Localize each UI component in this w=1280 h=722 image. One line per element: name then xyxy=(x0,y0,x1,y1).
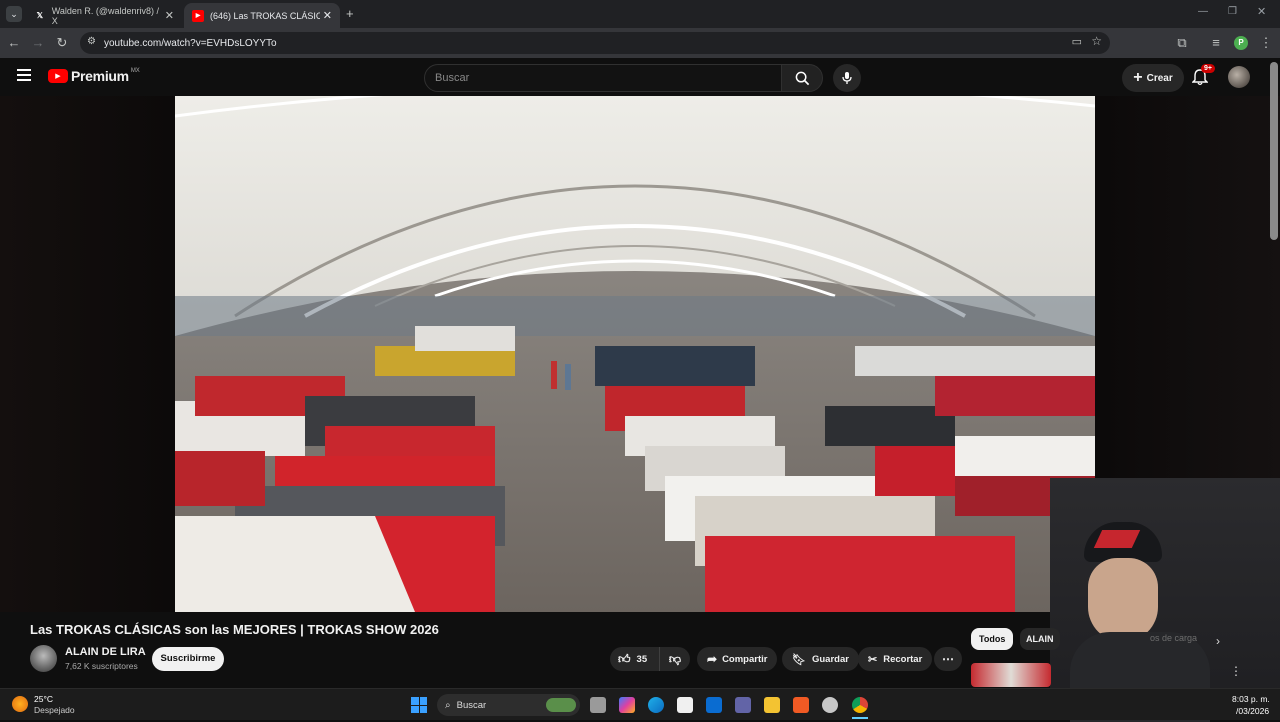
weather-temp: 25°C xyxy=(34,694,53,704)
search-input[interactable]: Buscar xyxy=(424,64,782,92)
minimize-icon[interactable]: — xyxy=(1198,6,1208,17)
bookmark-icon: 🔖︎ xyxy=(792,653,806,666)
recommendation-menu-icon[interactable]: ⋮ xyxy=(1230,664,1242,678)
search-placeholder: Buscar xyxy=(435,72,470,84)
scissors-icon: ✂ xyxy=(868,653,878,666)
search-icon: ⌕ xyxy=(445,699,451,711)
browser-tab-strip: ⌄ 𝕏 Walden R. (@waldenriv8) / X ✕ ▶ (646… xyxy=(0,0,1280,28)
youtube-premium-logo[interactable]: ▶ Premium MX xyxy=(48,68,140,84)
search-highlight-icon xyxy=(546,698,576,712)
create-button[interactable]: + Crear xyxy=(1122,64,1184,92)
thumbs-up-icon: 👍︎ xyxy=(618,651,631,666)
bookmark-star-icon[interactable]: ☆ xyxy=(1091,34,1102,48)
video-player[interactable] xyxy=(175,96,1095,612)
page-scrollbar[interactable] xyxy=(1270,62,1278,240)
chip-alain[interactable]: ALAIN xyxy=(1020,628,1060,650)
taskbar-search-label: Buscar xyxy=(456,699,487,711)
search-icon xyxy=(795,71,809,85)
more-horizontal-icon: ⋯ xyxy=(942,652,954,666)
extensions-icon[interactable]: ⧉ xyxy=(1174,35,1190,51)
new-tab-icon[interactable]: + xyxy=(346,6,354,21)
copilot-icon[interactable] xyxy=(619,697,635,713)
clip-label: Recortar xyxy=(883,653,923,665)
tab-search-button[interactable]: ⌄ xyxy=(6,6,22,22)
clip-button[interactable]: ✂ Recortar xyxy=(858,647,933,671)
channel-avatar[interactable] xyxy=(30,645,57,672)
profile-avatar[interactable]: P xyxy=(1234,36,1248,50)
like-dislike-group: 👍︎ 35 👎︎ xyxy=(610,647,690,671)
outlook-icon[interactable] xyxy=(706,697,722,713)
maximize-icon[interactable]: ❐ xyxy=(1228,6,1237,17)
back-icon[interactable]: ← xyxy=(6,35,22,51)
weather-desc: Despejado xyxy=(34,705,75,715)
address-bar[interactable]: ⚙ youtube.com/watch?v=EVHDsLOYYTo ▭ ☆ xyxy=(80,32,1110,54)
recommendation-partial-text: os de carga xyxy=(1150,633,1198,643)
close-icon[interactable]: ✕ xyxy=(165,9,174,22)
create-label: Crear xyxy=(1146,72,1173,84)
clock-time[interactable]: 8:03 p. m. xyxy=(1232,694,1270,704)
thumbs-down-icon: 👎︎ xyxy=(668,651,682,666)
share-label: Compartir xyxy=(722,653,768,665)
forward-icon[interactable]: → xyxy=(30,35,46,51)
x-logo-icon: 𝕏 xyxy=(36,11,44,20)
chrome-icon[interactable] xyxy=(852,697,868,713)
browser-tab-x[interactable]: 𝕏 Walden R. (@waldenriv8) / X ✕ xyxy=(26,3,182,28)
notifications-button[interactable]: 9+ xyxy=(1191,64,1215,88)
window-close-icon[interactable]: ✕ xyxy=(1257,5,1266,18)
video-title: Las TROKAS CLÁSICAS son las MEJORES | TR… xyxy=(30,622,439,637)
webcam-overlay xyxy=(1050,478,1280,722)
browser-toolbar: ← → ↻ ⚙ youtube.com/watch?v=EVHDsLOYYTo … xyxy=(0,28,1280,58)
taskbar-search[interactable]: ⌕ Buscar xyxy=(437,694,580,716)
like-count: 35 xyxy=(636,653,648,665)
recommendation-thumbnail[interactable] xyxy=(971,663,1051,687)
youtube-logo-icon: ▶ xyxy=(48,69,68,83)
store-icon[interactable] xyxy=(677,697,693,713)
reload-icon[interactable]: ↻ xyxy=(54,35,70,51)
plus-icon: + xyxy=(1133,69,1143,86)
save-button[interactable]: 🔖︎ Guardar xyxy=(782,647,859,671)
microphone-icon xyxy=(842,72,852,84)
subscriber-count: 7,62 K suscriptores xyxy=(65,661,138,671)
account-avatar[interactable] xyxy=(1228,66,1250,88)
like-button[interactable]: 👍︎ 35 xyxy=(610,647,660,671)
browser-tab-youtube[interactable]: ▶ (646) Las TROKAS CLÁSICAS so ✕ xyxy=(184,3,340,28)
url-text: youtube.com/watch?v=EVHDsLOYYTo xyxy=(104,37,277,49)
youtube-header: ▶ Premium MX Buscar + Crear 9+ xyxy=(0,58,1280,96)
voice-search-button[interactable] xyxy=(833,64,861,92)
clock-date[interactable]: /03/2026 xyxy=(1236,706,1269,716)
logo-text: Premium xyxy=(71,68,129,84)
save-label: Guardar xyxy=(811,653,849,665)
close-icon[interactable]: ✕ xyxy=(323,9,332,22)
search-button[interactable] xyxy=(781,64,823,92)
windows-start-icon[interactable] xyxy=(411,697,427,713)
share-button[interactable]: ➦ Compartir xyxy=(697,647,778,671)
teams-icon[interactable] xyxy=(735,697,751,713)
tab-title: (646) Las TROKAS CLÁSICAS so xyxy=(210,10,320,21)
browser-menu-icon[interactable]: ⋮ xyxy=(1258,35,1274,51)
steam-icon[interactable] xyxy=(822,697,838,713)
video-frame xyxy=(175,96,1095,612)
youtube-logo-icon: ▶ xyxy=(192,9,204,22)
chips-next-icon[interactable]: › xyxy=(1216,634,1220,648)
channel-name[interactable]: ALAIN DE LIRA xyxy=(65,646,146,658)
share-icon: ➦ xyxy=(707,652,718,666)
dislike-button[interactable]: 👎︎ xyxy=(660,652,690,667)
chip-todos[interactable]: Todos xyxy=(971,628,1014,650)
weather-icon[interactable] xyxy=(12,696,28,712)
site-info-icon[interactable]: ⚙ xyxy=(87,36,96,47)
subscribe-button[interactable]: Suscribirme xyxy=(152,647,224,671)
cast-icon[interactable]: ▭ xyxy=(1072,35,1082,48)
media-controls-icon[interactable]: ≡ xyxy=(1208,35,1224,51)
task-view-icon[interactable] xyxy=(590,697,606,713)
chrome-active-indicator xyxy=(852,717,868,719)
edge-icon[interactable] xyxy=(648,697,664,713)
file-explorer-icon[interactable] xyxy=(764,697,780,713)
guide-menu-icon[interactable] xyxy=(17,69,31,81)
notification-badge: 9+ xyxy=(1201,64,1215,73)
brave-icon[interactable] xyxy=(793,697,809,713)
region-code: MX xyxy=(130,68,140,74)
windows-taskbar: 25°C Despejado ⌕ Buscar 8:03 p. m. /03/2… xyxy=(0,688,1280,720)
tab-title: Walden R. (@waldenriv8) / X xyxy=(51,5,160,26)
more-actions-button[interactable]: ⋯ xyxy=(934,647,962,671)
